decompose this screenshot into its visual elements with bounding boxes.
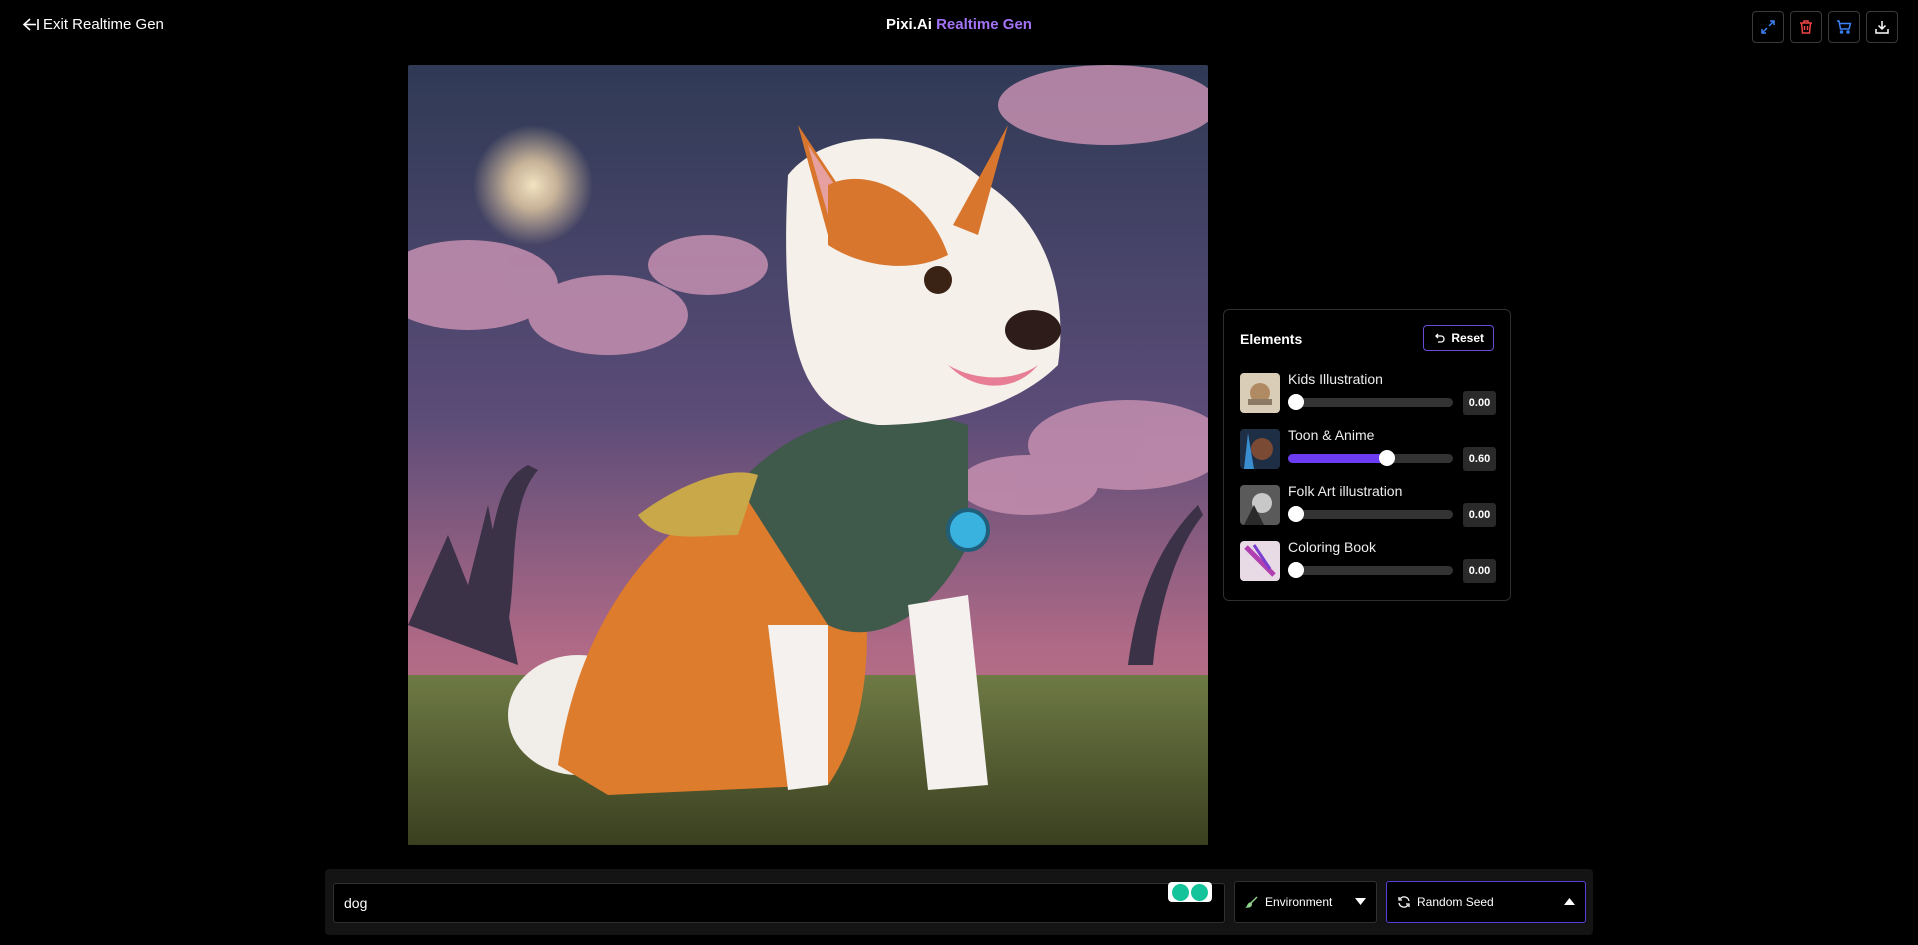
- brand-product: Realtime Gen: [936, 16, 1032, 33]
- element-name: Folk Art illustration: [1288, 483, 1403, 499]
- refresh-icon: [1398, 896, 1410, 908]
- element-name: Kids Illustration: [1288, 371, 1383, 387]
- reset-button[interactable]: Reset: [1423, 325, 1494, 351]
- environment-label: Environment: [1265, 895, 1333, 909]
- element-value: 0.00: [1463, 391, 1496, 415]
- cart-button[interactable]: [1828, 11, 1860, 43]
- exit-label: Exit Realtime Gen: [43, 16, 164, 33]
- top-actions: [1752, 11, 1898, 43]
- expand-icon: [1761, 20, 1775, 34]
- reset-label: Reset: [1451, 331, 1484, 345]
- element-row-toon-anime: Toon & Anime 0.60: [1240, 427, 1496, 471]
- element-name: Coloring Book: [1288, 539, 1376, 555]
- element-slider[interactable]: [1288, 506, 1453, 522]
- generated-image: [408, 65, 1208, 845]
- chevron-up-icon: [1564, 898, 1575, 905]
- elements-title: Elements: [1240, 331, 1303, 347]
- element-slider[interactable]: [1288, 394, 1453, 410]
- bottom-bar: dog Environment Random Seed: [325, 869, 1593, 935]
- element-row-folk-art-illustration: Folk Art illustration 0.00: [1240, 483, 1496, 527]
- element-row-coloring-book: Coloring Book 0.00: [1240, 539, 1496, 583]
- seed-label: Random Seed: [1417, 895, 1494, 909]
- element-slider-fill: [1288, 454, 1387, 463]
- element-slider[interactable]: [1288, 562, 1453, 578]
- element-slider-handle[interactable]: [1288, 506, 1304, 522]
- brand-title: Pixi.Ai Realtime Gen: [0, 16, 1918, 33]
- element-slider-handle[interactable]: [1288, 562, 1304, 578]
- grammarly-status-icon: [1191, 883, 1208, 901]
- chevron-down-icon: [1355, 898, 1366, 905]
- element-value: 0.60: [1463, 447, 1496, 471]
- seed-select[interactable]: Random Seed: [1386, 881, 1586, 923]
- brush-icon: [1245, 896, 1258, 908]
- elements-panel: Elements Reset Kids Illustration 0.00 To…: [1223, 309, 1511, 601]
- undo-icon: [1435, 333, 1445, 343]
- element-value: 0.00: [1463, 559, 1496, 583]
- download-icon: [1875, 21, 1889, 34]
- grammarly-widget[interactable]: [1168, 882, 1212, 902]
- prompt-input[interactable]: dog: [333, 883, 1225, 923]
- folk-art-thumbnail: [1240, 485, 1280, 525]
- element-slider[interactable]: [1288, 450, 1453, 466]
- coloring-book-thumbnail: [1240, 541, 1280, 581]
- kids-illustration-thumbnail: [1240, 373, 1280, 413]
- toon-anime-thumbnail: [1240, 429, 1280, 469]
- cart-icon: [1837, 20, 1852, 34]
- trash-icon: [1800, 20, 1812, 34]
- brand-name: Pixi.Ai: [886, 16, 932, 33]
- element-slider-handle[interactable]: [1288, 394, 1304, 410]
- environment-select[interactable]: Environment: [1234, 881, 1377, 923]
- exit-arrow-icon: [22, 18, 39, 31]
- element-slider-handle[interactable]: [1379, 450, 1395, 466]
- fullscreen-button[interactable]: [1752, 11, 1784, 43]
- element-value: 0.00: [1463, 503, 1496, 527]
- element-row-kids-illustration: Kids Illustration 0.00: [1240, 371, 1496, 415]
- exit-realtime-gen-button[interactable]: Exit Realtime Gen: [22, 16, 164, 33]
- delete-button[interactable]: [1790, 11, 1822, 43]
- element-name: Toon & Anime: [1288, 427, 1375, 443]
- download-button[interactable]: [1866, 11, 1898, 43]
- grammarly-icon: [1172, 883, 1189, 901]
